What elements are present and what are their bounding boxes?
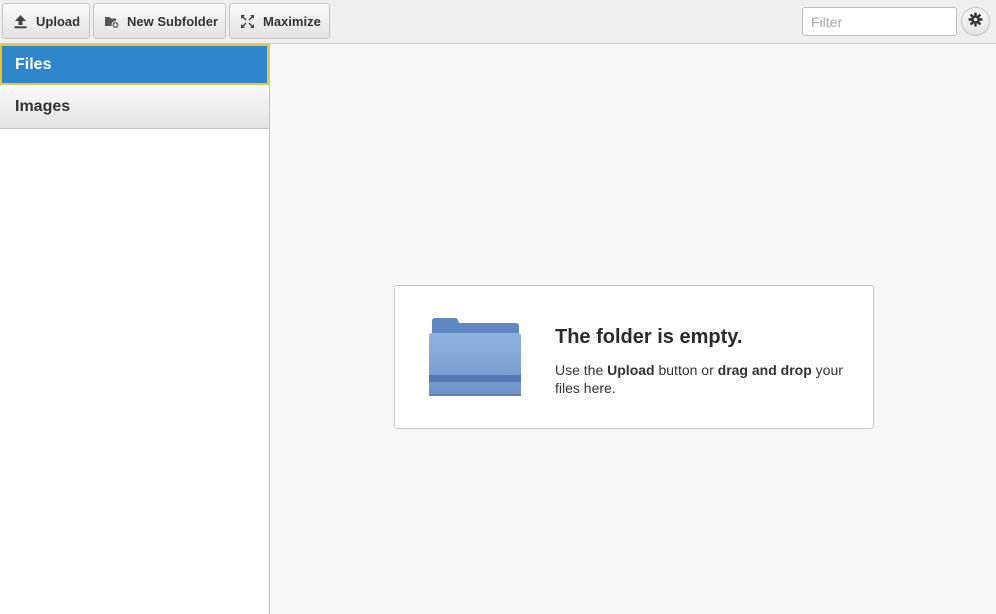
empty-title: The folder is empty. <box>555 326 743 348</box>
sidebar-item-files[interactable]: Files <box>0 44 269 85</box>
filter-input[interactable] <box>802 7 957 36</box>
sidebar-item-images[interactable]: Images <box>0 86 269 129</box>
sidebar-item-label: Files <box>15 55 52 73</box>
instruction-text: button or <box>654 362 718 378</box>
instruction-dragdrop-emphasis: drag and drop <box>717 362 812 378</box>
upload-icon <box>13 14 28 29</box>
new-subfolder-button[interactable]: New Subfolder <box>93 3 226 39</box>
upload-button[interactable]: Upload <box>2 3 90 39</box>
instruction-text: Use the <box>555 362 608 378</box>
maximize-button[interactable]: Maximize <box>229 3 330 39</box>
gear-icon <box>968 12 983 32</box>
sidebar: Files Images <box>0 44 270 614</box>
instruction-upload-emphasis: Upload <box>607 362 655 378</box>
maximize-icon <box>240 14 255 29</box>
sidebar-item-label: Images <box>15 98 71 115</box>
subfolder-label: New Subfolder <box>127 13 219 29</box>
upload-label: Upload <box>36 13 81 29</box>
new-folder-icon <box>104 14 119 29</box>
toolbar: Upload New Subfolder Maximize <box>0 0 996 44</box>
empty-folder-message: The folder is empty. Use the Upload butt… <box>394 285 874 429</box>
settings-button[interactable] <box>961 7 990 36</box>
maximize-label: Maximize <box>263 13 321 29</box>
empty-instructions: Use the Upload button or drag and drop y… <box>555 361 845 397</box>
folder-icon <box>428 317 522 402</box>
